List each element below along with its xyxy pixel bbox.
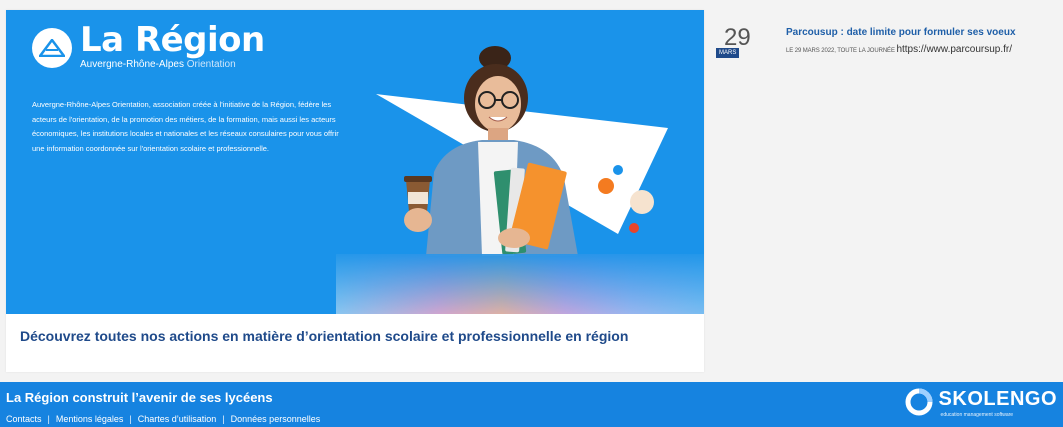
promo-banner[interactable]: La Région Auvergne-Rhône-Alpes Orientati…	[6, 10, 704, 314]
student-photo	[404, 46, 578, 256]
region-logo-title: La Région	[80, 20, 265, 60]
promo-caption-link[interactable]: Découvrez toutes nos actions en matière …	[20, 324, 700, 364]
intro-text: Auvergne-Rhône-Alpes Orientation, associ…	[32, 100, 339, 153]
region-logo-subtitle-main: Auvergne-Rhône-Alpes	[80, 59, 184, 70]
footer-separator: |	[129, 414, 132, 424]
region-logo[interactable]: La Région Auvergne-Rhône-Alpes Orientati…	[32, 20, 265, 71]
skolengo-brand-name: SKOLENGO	[938, 388, 1057, 410]
event-meta: LE 29 MARS 2022, TOUTE LA JOURNÉE https:…	[786, 44, 1012, 55]
event-month: MARS	[716, 48, 740, 58]
promo-card[interactable]: La Région Auvergne-Rhône-Alpes Orientati…	[6, 10, 704, 372]
footer: La Région construit l’avenir de ses lycé…	[0, 382, 1063, 427]
footer-title: La Région construit l’avenir de ses lycé…	[6, 390, 273, 405]
event-date-text: LE 29 MARS 2022, TOUTE LA JOURNÉE	[786, 48, 895, 54]
footer-link-mentions-legales[interactable]: Mentions légales	[56, 414, 124, 424]
footer-link-contacts[interactable]: Contacts	[6, 414, 42, 424]
page: La Région Auvergne-Rhône-Alpes Orientati…	[0, 0, 1063, 427]
skolengo-logo[interactable]: SKOLENGO education management software	[905, 388, 1057, 418]
skolengo-tagline: education management software	[940, 412, 1014, 418]
footer-link-chartes[interactable]: Chartes d’utilisation	[138, 414, 217, 424]
region-logo-subtitle: Auvergne-Rhône-Alpes Orientation	[80, 59, 265, 71]
footer-links: Contacts | Mentions légales | Chartes d’…	[6, 414, 320, 424]
footer-separator: |	[47, 414, 50, 424]
footer-link-donnees-personnelles[interactable]: Données personnelles	[231, 414, 321, 424]
events-panel: 29 MARS Parcousup : date limite pour for…	[712, 10, 1063, 382]
region-logo-subtitle-suffix: Orientation	[186, 59, 236, 70]
event-url[interactable]: https://www.parcoursup.fr/	[896, 44, 1012, 55]
footer-separator: |	[222, 414, 225, 424]
banner-fade	[336, 254, 704, 314]
region-logo-icon	[32, 28, 72, 68]
event-title-link[interactable]: Parcousup : date limite pour formuler se…	[786, 27, 1016, 38]
skolengo-logo-icon	[905, 388, 933, 416]
